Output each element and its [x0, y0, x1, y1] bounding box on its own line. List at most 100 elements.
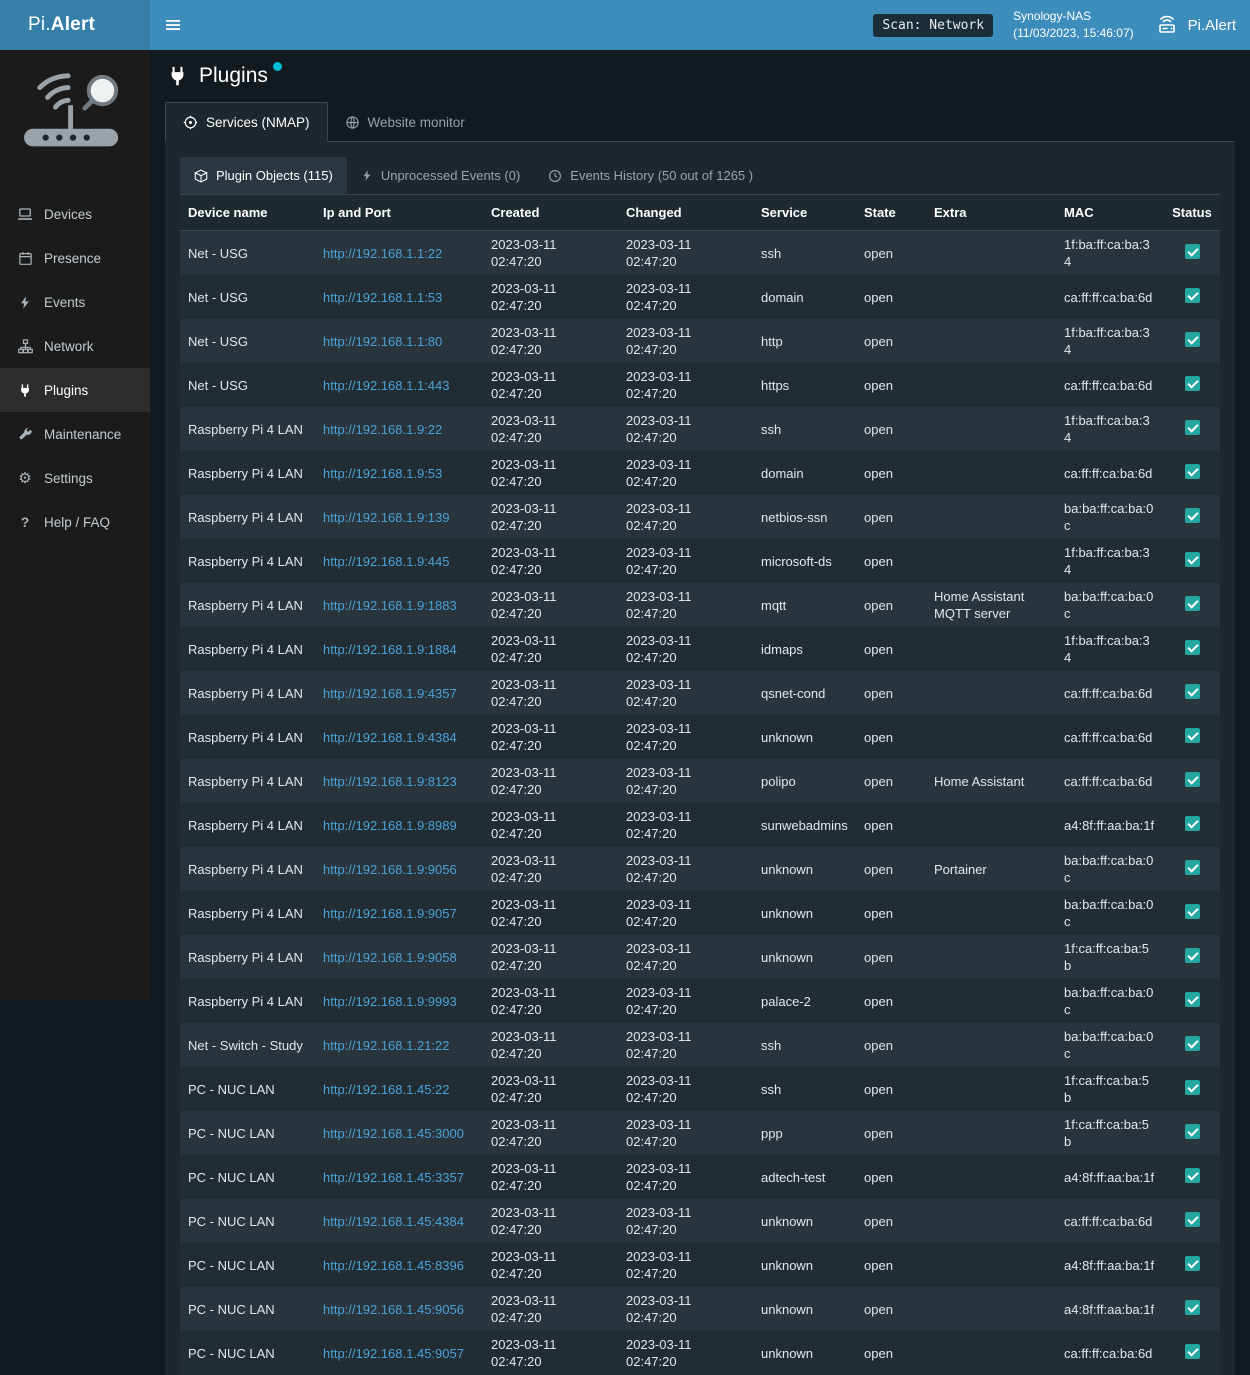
subtab-events-history[interactable]: Events History (50 out of 1265 ): [534, 157, 767, 194]
ip-port-link[interactable]: http://192.168.1.45:4384: [323, 1214, 464, 1229]
gear-icon: ⚙: [16, 471, 34, 486]
changed-cell: 2023-03-11 02:47:20: [618, 671, 753, 715]
status-checkbox[interactable]: [1185, 1256, 1200, 1271]
status-checkbox[interactable]: [1185, 992, 1200, 1007]
status-cell: [1164, 275, 1220, 319]
ip-port-cell: http://192.168.1.9:8989: [315, 803, 483, 847]
status-checkbox[interactable]: [1185, 1168, 1200, 1183]
status-checkbox[interactable]: [1185, 1300, 1200, 1315]
ip-port-link[interactable]: http://192.168.1.45:3000: [323, 1126, 464, 1141]
ip-port-link[interactable]: http://192.168.1.45:3357: [323, 1170, 464, 1185]
sidebar-item-presence[interactable]: Presence: [0, 236, 150, 280]
sidebar-item-label: Devices: [44, 207, 92, 222]
brand-logo[interactable]: Pi.Alert: [0, 0, 150, 50]
status-checkbox[interactable]: [1185, 860, 1200, 875]
status-checkbox[interactable]: [1185, 1124, 1200, 1139]
changed-cell: 2023-03-11 02:47:20: [618, 627, 753, 671]
ip-port-link[interactable]: http://192.168.1.9:4357: [323, 686, 457, 701]
ip-port-link[interactable]: http://192.168.1.1:22: [323, 246, 442, 261]
ip-port-link[interactable]: http://192.168.1.9:8989: [323, 818, 457, 833]
changed-cell: 2023-03-11 02:47:20: [618, 275, 753, 319]
ip-port-link[interactable]: http://192.168.1.9:1883: [323, 598, 457, 613]
ip-port-link[interactable]: http://192.168.1.1:443: [323, 378, 450, 393]
sidebar-item-plugins[interactable]: Plugins: [0, 368, 150, 412]
ip-port-cell: http://192.168.1.45:9056: [315, 1287, 483, 1331]
device-name-cell: Raspberry Pi 4 LAN: [180, 583, 315, 627]
status-checkbox[interactable]: [1185, 816, 1200, 831]
extra-cell: [926, 627, 1056, 671]
status-checkbox[interactable]: [1185, 596, 1200, 611]
subtab-plugin-objects[interactable]: Plugin Objects (115): [180, 157, 347, 194]
device-name-cell: PC - NUC LAN: [180, 1331, 315, 1375]
title-help-badge[interactable]: [273, 62, 282, 71]
status-checkbox[interactable]: [1185, 420, 1200, 435]
created-cell: 2023-03-11 02:47:20: [483, 759, 618, 803]
status-checkbox[interactable]: [1185, 288, 1200, 303]
status-checkbox[interactable]: [1185, 684, 1200, 699]
sidebar-item-maintenance[interactable]: Maintenance: [0, 412, 150, 456]
status-cell: [1164, 407, 1220, 451]
mac-cell: ca:ff:ff:ca:ba:6d: [1056, 715, 1164, 759]
status-cell: [1164, 451, 1220, 495]
ip-port-link[interactable]: http://192.168.1.9:8123: [323, 774, 457, 789]
sidebar-toggle-button[interactable]: [150, 0, 196, 50]
ip-port-cell: http://192.168.1.21:22: [315, 1023, 483, 1067]
status-cell: [1164, 1287, 1220, 1331]
ip-port-link[interactable]: http://192.168.1.1:80: [323, 334, 442, 349]
status-checkbox[interactable]: [1185, 244, 1200, 259]
status-checkbox[interactable]: [1185, 552, 1200, 567]
ip-port-link[interactable]: http://192.168.1.9:445: [323, 554, 450, 569]
ip-port-link[interactable]: http://192.168.1.9:4384: [323, 730, 457, 745]
status-checkbox[interactable]: [1185, 904, 1200, 919]
sidebar-item-help[interactable]: ? Help / FAQ: [0, 500, 150, 544]
status-checkbox[interactable]: [1185, 1212, 1200, 1227]
ip-port-cell: http://192.168.1.45:9057: [315, 1331, 483, 1375]
mac-cell: ca:ff:ff:ca:ba:6d: [1056, 759, 1164, 803]
ip-port-link[interactable]: http://192.168.1.9:1884: [323, 642, 457, 657]
status-checkbox[interactable]: [1185, 464, 1200, 479]
status-cell: [1164, 627, 1220, 671]
status-checkbox[interactable]: [1185, 1080, 1200, 1095]
ip-port-link[interactable]: http://192.168.1.45:9057: [323, 1346, 464, 1361]
status-checkbox[interactable]: [1185, 640, 1200, 655]
ip-port-link[interactable]: http://192.168.1.9:9993: [323, 994, 457, 1009]
extra-cell: [926, 319, 1056, 363]
sidebar-item-events[interactable]: Events: [0, 280, 150, 324]
status-checkbox[interactable]: [1185, 332, 1200, 347]
service-cell: adtech-test: [753, 1155, 856, 1199]
sidebar-item-network[interactable]: Network: [0, 324, 150, 368]
app-home-link[interactable]: Pi.Alert: [1154, 13, 1236, 37]
status-checkbox[interactable]: [1185, 772, 1200, 787]
tab-website-monitor[interactable]: Website monitor: [328, 102, 482, 141]
created-cell: 2023-03-11 02:47:20: [483, 1155, 618, 1199]
ip-port-link[interactable]: http://192.168.1.21:22: [323, 1038, 450, 1053]
ip-port-link[interactable]: http://192.168.1.45:8396: [323, 1258, 464, 1273]
status-checkbox[interactable]: [1185, 728, 1200, 743]
ip-port-link[interactable]: http://192.168.1.45:22: [323, 1082, 450, 1097]
subtab-unprocessed-events[interactable]: Unprocessed Events (0): [347, 157, 534, 194]
status-checkbox[interactable]: [1185, 508, 1200, 523]
status-checkbox[interactable]: [1185, 1036, 1200, 1051]
ip-port-link[interactable]: http://192.168.1.1:53: [323, 290, 442, 305]
status-cell: [1164, 1111, 1220, 1155]
ip-port-link[interactable]: http://192.168.1.9:9058: [323, 950, 457, 965]
ip-port-link[interactable]: http://192.168.1.9:53: [323, 466, 442, 481]
table-row: PC - NUC LANhttp://192.168.1.45:30002023…: [180, 1111, 1220, 1155]
changed-cell: 2023-03-11 02:47:20: [618, 539, 753, 583]
tab-services-nmap[interactable]: Services (NMAP): [165, 102, 328, 142]
status-checkbox[interactable]: [1185, 376, 1200, 391]
sidebar-item-devices[interactable]: Devices: [0, 192, 150, 236]
ip-port-link[interactable]: http://192.168.1.9:22: [323, 422, 442, 437]
changed-cell: 2023-03-11 02:47:20: [618, 407, 753, 451]
ip-port-link[interactable]: http://192.168.1.45:9056: [323, 1302, 464, 1317]
status-cell: [1164, 1199, 1220, 1243]
ip-port-cell: http://192.168.1.9:445: [315, 539, 483, 583]
device-name-cell: Raspberry Pi 4 LAN: [180, 891, 315, 935]
ip-port-link[interactable]: http://192.168.1.9:9057: [323, 906, 457, 921]
ip-port-link[interactable]: http://192.168.1.9:9056: [323, 862, 457, 877]
status-checkbox[interactable]: [1185, 1344, 1200, 1359]
status-checkbox[interactable]: [1185, 948, 1200, 963]
ip-port-link[interactable]: http://192.168.1.9:139: [323, 510, 450, 525]
sidebar-item-settings[interactable]: ⚙ Settings: [0, 456, 150, 500]
extra-cell: [926, 1067, 1056, 1111]
